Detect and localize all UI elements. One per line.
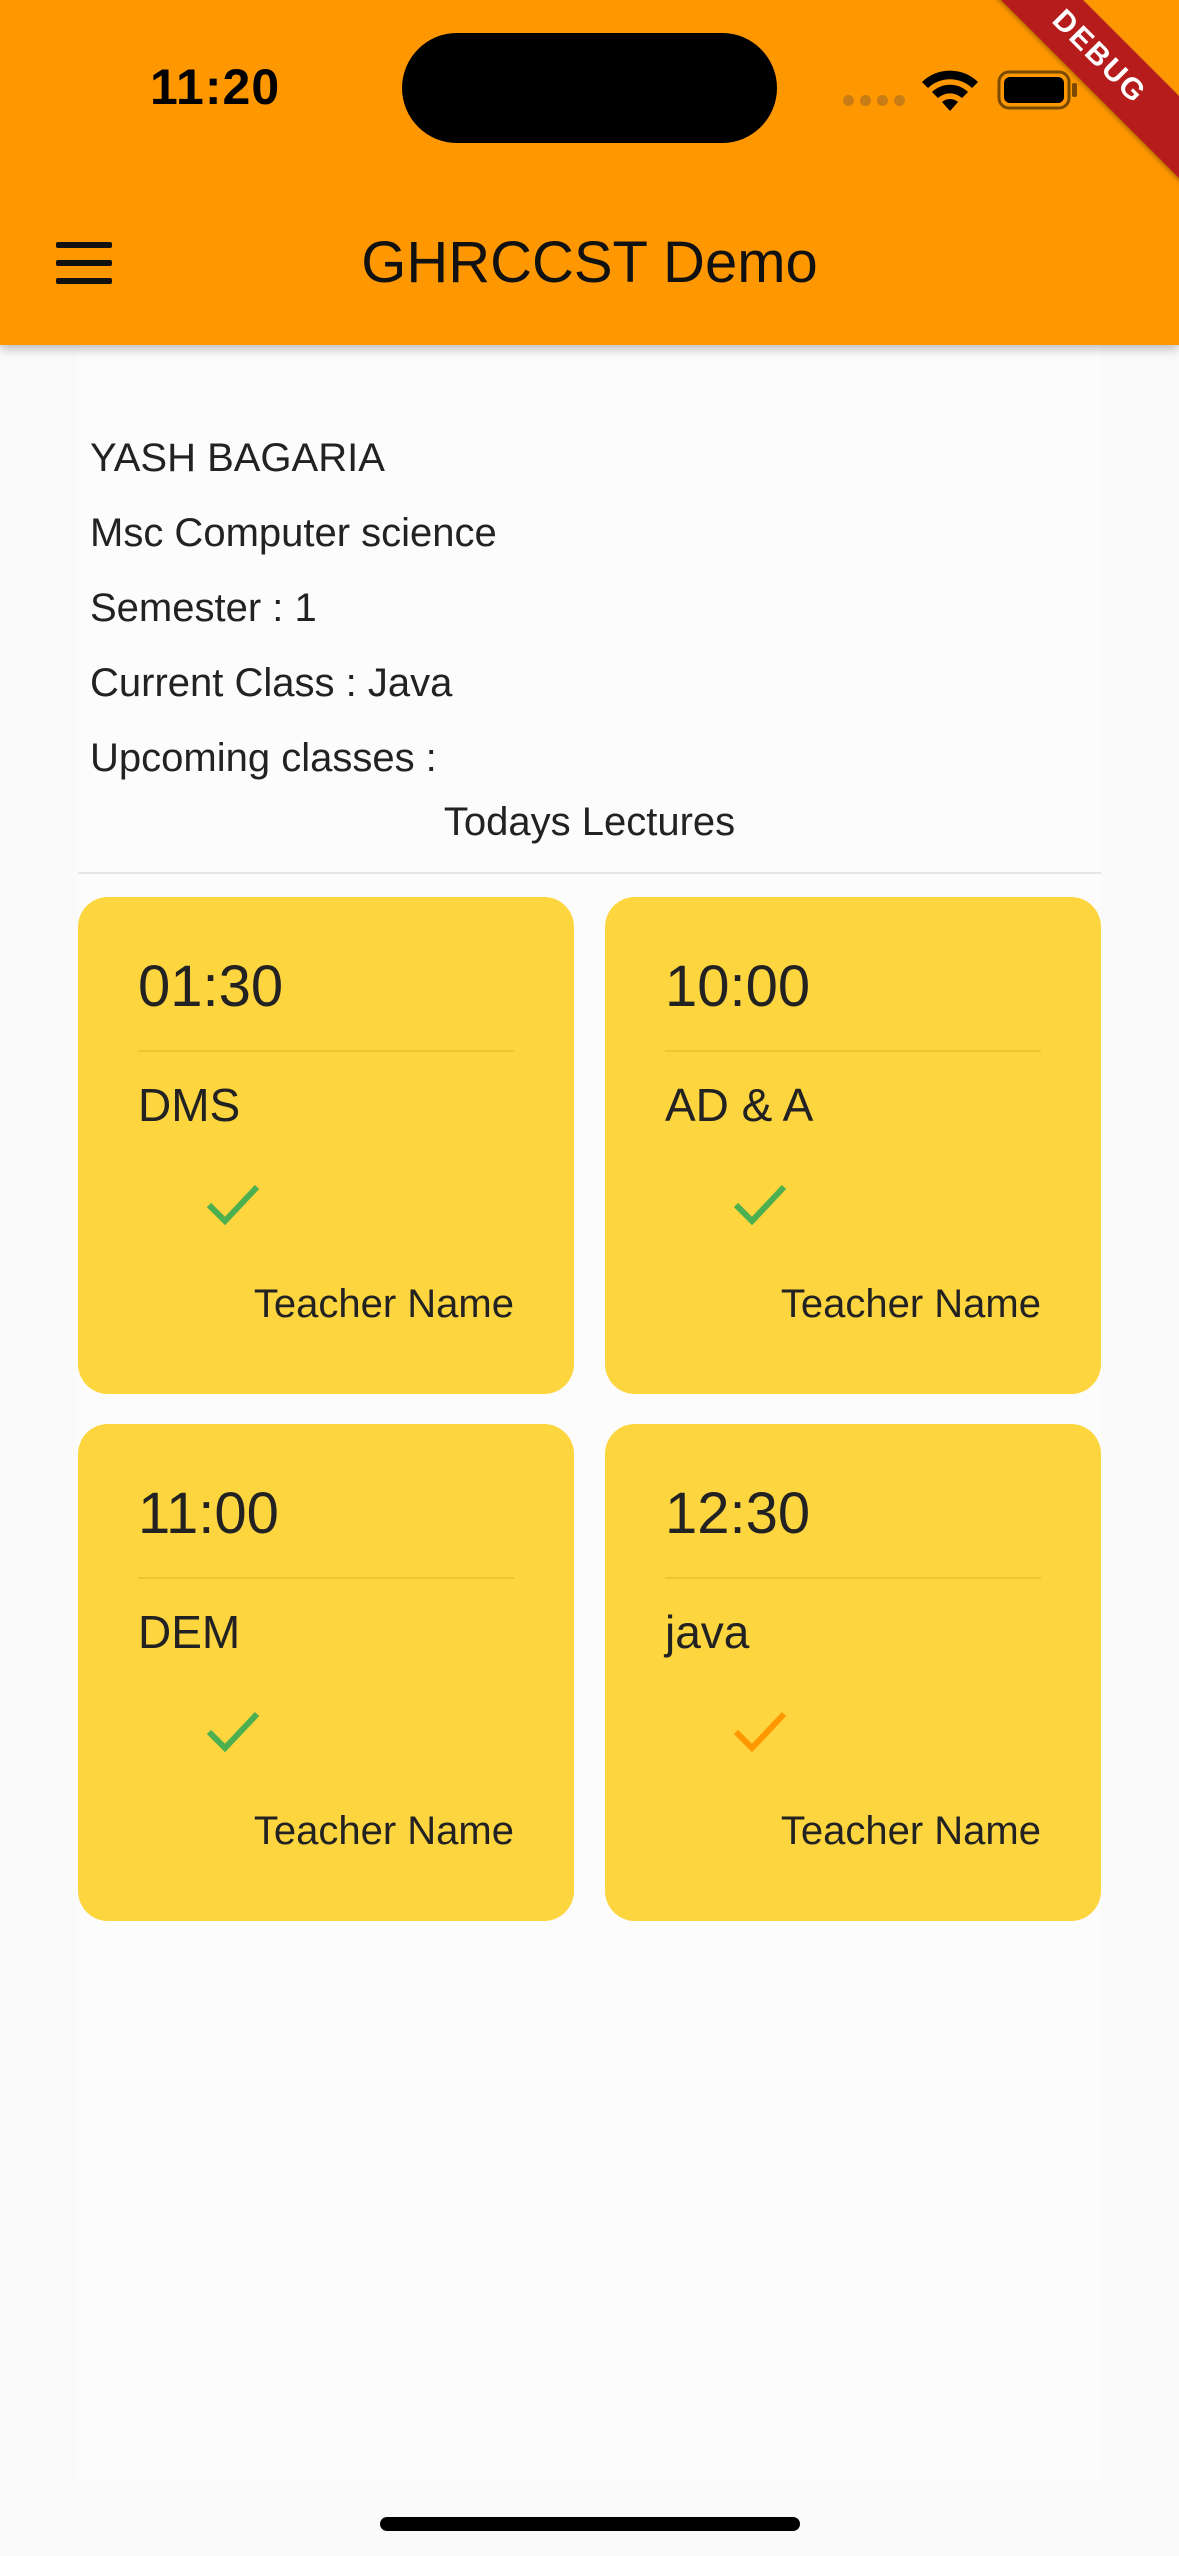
student-name: YASH BAGARIA [90,436,385,480]
screen: 11:20 DEBUG GHRCCST Demo YASH BAGARIA Ms… [0,0,1179,2556]
check-icon [206,1711,260,1753]
app-title: GHRCCST Demo [361,230,818,295]
lecture-time: 11:00 [138,1481,279,1546]
lecture-card[interactable]: 12:30 java Teacher Name [605,1424,1101,1921]
home-indicator[interactable] [380,2517,800,2531]
home-content: YASH BAGARIA Msc Computer science Semest… [78,345,1101,2480]
lecture-teacher: Teacher Name [780,1809,1041,1853]
lecture-card[interactable]: 10:00 AD & A Teacher Name [605,897,1101,1394]
lecture-card[interactable]: 01:30 DMS Teacher Name [78,897,574,1394]
lecture-time: 01:30 [138,954,284,1019]
card-divider [138,1050,514,1052]
student-course: Msc Computer science [90,511,497,555]
lecture-time: 10:00 [665,954,811,1019]
app-bar: 11:20 DEBUG GHRCCST Demo [0,0,1179,345]
check-icon [733,1184,787,1226]
dynamic-island [402,33,777,143]
check-icon [733,1711,787,1753]
lecture-teacher: Teacher Name [780,1282,1041,1326]
card-divider [665,1050,1041,1052]
lecture-subject: DEM [138,1606,241,1658]
wifi-icon [922,70,978,111]
battery-icon [997,70,1077,110]
cellular-signal-icon [843,95,905,106]
card-divider [138,1577,514,1579]
check-icon [206,1184,260,1226]
todays-lectures-title: Todays Lectures [443,800,736,844]
upcoming-classes-label: Upcoming classes : [90,736,437,780]
section-divider [78,872,1101,874]
status-time: 11:20 [150,59,281,115]
lecture-teacher: Teacher Name [253,1282,514,1326]
lecture-teacher: Teacher Name [253,1809,514,1853]
card-divider [665,1577,1041,1579]
lecture-card[interactable]: 11:00 DEM Teacher Name [78,1424,574,1921]
current-class: Current Class : Java [90,661,453,705]
lecture-time: 12:30 [665,1481,811,1546]
lecture-subject: DMS [138,1079,241,1131]
lecture-subject: java [665,1606,750,1658]
lecture-subject: AD & A [665,1079,814,1131]
student-semester: Semester : 1 [90,586,317,630]
